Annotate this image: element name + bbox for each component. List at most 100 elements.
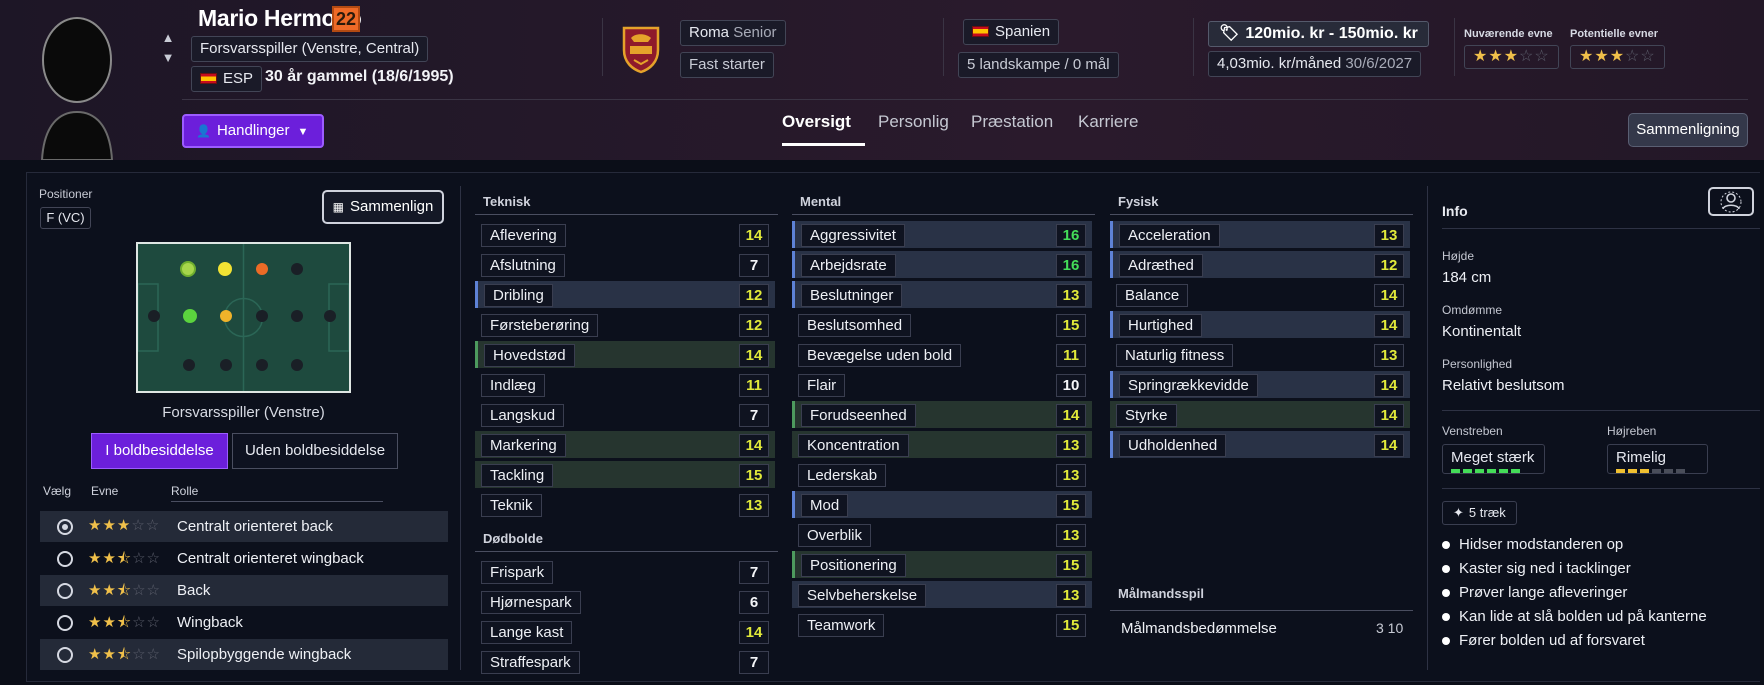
trait-item: Prøver lange afleveringer: [1442, 584, 1627, 601]
international-caps-chip: 5 landskampe / 0 mål: [958, 52, 1119, 78]
goalkeeper-rating-label: Målmandsbedømmelse: [1121, 620, 1277, 637]
role-row[interactable]: ★★⯪☆☆ Back: [40, 575, 448, 606]
transfer-value-chip[interactable]: 🏷 120mio. kr - 150mio. kr: [1208, 21, 1429, 47]
trait-text: Fører bolden ud af forsvaret: [1459, 632, 1645, 646]
attribute-row[interactable]: Koncentration 13: [792, 431, 1092, 458]
tab-overview[interactable]: Oversigt: [782, 112, 851, 132]
attribute-row[interactable]: Indlæg 11: [475, 371, 775, 398]
club-crest-icon[interactable]: [620, 24, 662, 74]
attribute-row[interactable]: Hurtighed 14: [1110, 311, 1410, 338]
in-possession-toggle[interactable]: I boldbesiddelse: [91, 433, 228, 469]
role-row[interactable]: ★★⯪☆☆ Centralt orienteret wingback: [40, 543, 448, 574]
role-row[interactable]: ★★⯪☆☆ Wingback: [40, 607, 448, 638]
attribute-row[interactable]: Acceleration 13: [1110, 221, 1410, 248]
attribute-row[interactable]: Tackling 15: [475, 461, 775, 488]
attribute-row[interactable]: Selvbeherskelse 13: [792, 581, 1092, 608]
role-stars: ★★⯪☆☆: [88, 582, 162, 599]
height-value: 184 cm: [1442, 269, 1492, 286]
attribute-row[interactable]: Førsteberøring 12: [475, 311, 775, 338]
attribute-name: Acceleration: [1119, 224, 1220, 247]
attribute-row[interactable]: Aggressivitet 16: [792, 221, 1092, 248]
attribute-value: 13: [1056, 284, 1086, 307]
role-radio[interactable]: [57, 551, 73, 567]
role-radio[interactable]: [57, 647, 73, 663]
attribute-row[interactable]: Hovedstød 14: [475, 341, 775, 368]
attribute-name: Hjørnespark: [481, 591, 581, 614]
attribute-row[interactable]: Styrke 14: [1110, 401, 1410, 428]
attribute-row[interactable]: Mod 15: [792, 491, 1092, 518]
attribute-row[interactable]: Arbejdsrate 16: [792, 251, 1092, 278]
header-divider: [182, 99, 1748, 100]
attribute-row[interactable]: Overblik 13: [792, 521, 1092, 548]
next-player-arrow-icon[interactable]: ▼: [160, 50, 176, 66]
attribute-row[interactable]: Dribling 12: [475, 281, 775, 308]
attribute-row[interactable]: Beslutsomhed 15: [792, 311, 1092, 338]
position-dot: [291, 359, 303, 371]
attribute-value: 15: [1056, 314, 1086, 337]
attribute-value: 10: [1056, 374, 1086, 397]
trait-item: Kaster sig ned i tacklinger: [1442, 560, 1631, 577]
attribute-row[interactable]: Springrækkevidde 14: [1110, 371, 1410, 398]
person-icon: 👤: [196, 124, 211, 138]
player-age: 30 år gammel (18/6/1995): [265, 68, 454, 85]
attribute-row[interactable]: Bevægelse uden bold 11: [792, 341, 1092, 368]
left-foot-rating: Meget stærk: [1442, 444, 1545, 474]
selected-position-label: Forsvarsspiller (Venstre): [162, 404, 325, 421]
attribute-row[interactable]: Adræthed 12: [1110, 251, 1410, 278]
role-radio[interactable]: [57, 615, 73, 631]
attribute-row[interactable]: Lange kast 14: [475, 618, 775, 645]
divider: [792, 214, 1095, 215]
player-position-chip: Forsvarsspiller (Venstre, Central): [191, 36, 429, 62]
attribute-row[interactable]: Markering 14: [475, 431, 775, 458]
attribute-row[interactable]: Lederskab 13: [792, 461, 1092, 488]
role-row[interactable]: ★★★☆☆ Centralt orienteret back: [40, 511, 448, 542]
compare-position-button[interactable]: ▦ Sammenlign: [322, 190, 444, 224]
attribute-value: 14: [739, 621, 769, 644]
previous-player-arrow-icon[interactable]: ▲: [160, 30, 176, 46]
nation-chip[interactable]: Spanien: [963, 19, 1060, 45]
attribute-row[interactable]: Naturlig fitness 13: [1110, 341, 1410, 368]
attribute-value: 14: [1056, 404, 1086, 427]
divider: [1442, 410, 1760, 411]
attribute-row[interactable]: Straffespark 7: [475, 648, 775, 675]
attribute-name: Mod: [801, 494, 849, 517]
attribute-name: Naturlig fitness: [1116, 344, 1234, 367]
club-chip[interactable]: Roma Senior: [680, 20, 786, 46]
attribute-value: 14: [739, 344, 769, 367]
attribute-row[interactable]: Positionering 15: [792, 551, 1092, 578]
attribute-row[interactable]: Balance 14: [1110, 281, 1410, 308]
attribute-row[interactable]: Teknik 13: [475, 491, 775, 518]
tab-career[interactable]: Karriere: [1078, 112, 1138, 132]
nationality-chip[interactable]: ESP: [191, 66, 263, 92]
attribute-value: 12: [1374, 254, 1404, 277]
actions-button[interactable]: 👤 Handlinger ▼: [182, 114, 324, 148]
traits-chip[interactable]: ✦ 5 træk: [1442, 501, 1517, 525]
trait-text: Kaster sig ned i tacklinger: [1459, 560, 1631, 577]
out-of-possession-toggle[interactable]: Uden boldbesiddelse: [232, 433, 398, 469]
person-profile-icon[interactable]: [1708, 187, 1754, 216]
tab-personal[interactable]: Personlig: [878, 112, 949, 132]
attribute-row[interactable]: Langskud 7: [475, 401, 775, 428]
attribute-row[interactable]: Forudseenhed 14: [792, 401, 1092, 428]
tab-performance[interactable]: Præstation: [971, 112, 1053, 132]
position-dot-natural: [183, 309, 197, 323]
attribute-row[interactable]: Flair 10: [792, 371, 1092, 398]
attribute-row[interactable]: Udholdenhed 14: [1110, 431, 1410, 458]
trait-text: Hidser modstanderen op: [1459, 536, 1624, 553]
attribute-row[interactable]: Frispark 7: [475, 558, 775, 585]
comparison-button[interactable]: Sammenligning: [1628, 113, 1748, 147]
attribute-row[interactable]: Hjørnespark 6: [475, 588, 775, 615]
attribute-name: Aggressivitet: [801, 224, 905, 247]
role-radio[interactable]: [57, 583, 73, 599]
role-row[interactable]: ★★⯪☆☆ Spilopbyggende wingback: [40, 639, 448, 670]
spain-flag-icon: [200, 73, 217, 84]
attribute-row[interactable]: Aflevering 14: [475, 221, 775, 248]
attribute-name: Førsteberøring: [481, 314, 599, 337]
attribute-name: Udholdenhed: [1119, 434, 1227, 457]
attribute-value: 11: [739, 374, 769, 397]
attribute-row[interactable]: Teamwork 15: [792, 611, 1092, 638]
attribute-name: Indlæg: [481, 374, 545, 397]
attribute-row[interactable]: Beslutninger 13: [792, 281, 1092, 308]
attribute-row[interactable]: Afslutning 7: [475, 251, 775, 278]
role-radio[interactable]: [57, 519, 73, 535]
